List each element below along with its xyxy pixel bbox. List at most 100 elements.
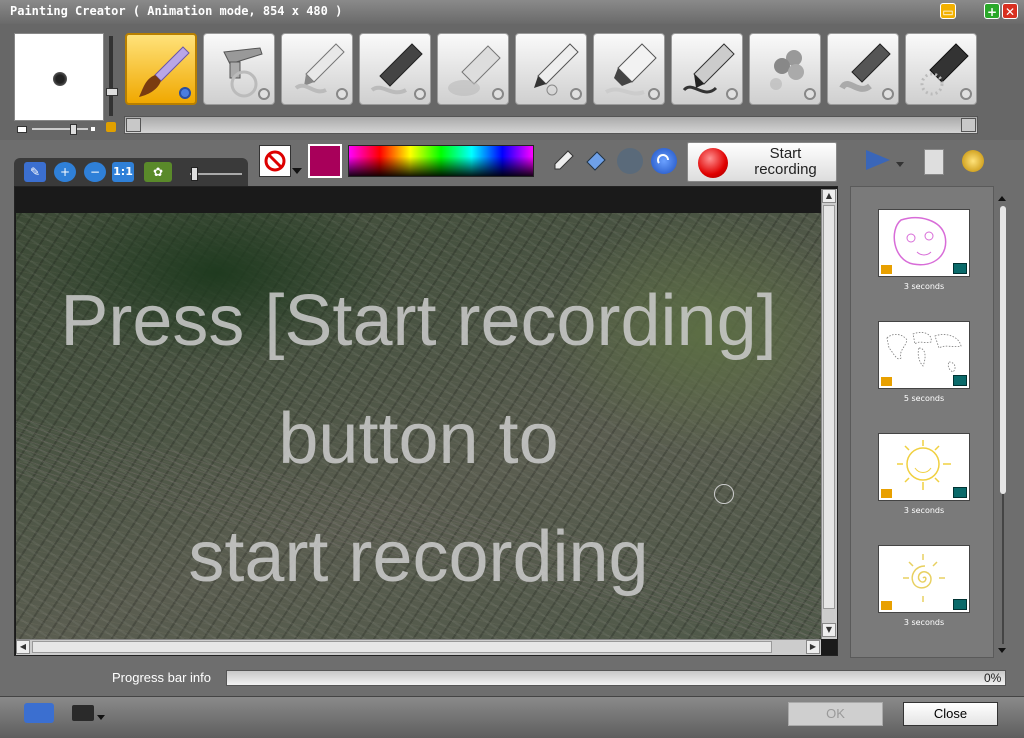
size-slider-handle[interactable]	[70, 124, 77, 135]
chevron-down-icon[interactable]	[97, 715, 105, 720]
gear-icon[interactable]	[492, 88, 504, 100]
tool-pencil[interactable]	[515, 33, 587, 105]
timer-icon[interactable]	[962, 150, 984, 172]
gear-icon[interactable]	[882, 88, 894, 100]
scroll-left-thumb[interactable]	[126, 118, 141, 132]
tool-stamp[interactable]	[749, 33, 821, 105]
brush-dot-icon	[53, 72, 67, 86]
gear-icon[interactable]	[648, 88, 660, 100]
scroll-right-thumb[interactable]	[961, 118, 976, 132]
crown-icon	[881, 265, 892, 274]
send-icon[interactable]	[866, 150, 890, 170]
zoom-in-icon[interactable]: +	[54, 162, 76, 182]
brush-cursor	[714, 484, 734, 504]
close-button[interactable]: Close	[903, 702, 998, 726]
tool-calligraphy-pen[interactable]	[827, 33, 899, 105]
crown-icon	[881, 489, 892, 498]
canvas-instruction-text: Press [Start recording] button to start …	[60, 281, 777, 597]
no-color-button[interactable]	[259, 145, 291, 177]
gear-icon[interactable]	[414, 88, 426, 100]
tool-scrollbar[interactable]	[124, 116, 978, 134]
settings-icon[interactable]	[24, 703, 54, 723]
film-icon[interactable]	[953, 599, 967, 610]
tool-spray-pen[interactable]	[905, 33, 977, 105]
frame-duration: 5 seconds	[903, 394, 945, 403]
gear-icon[interactable]	[570, 88, 582, 100]
progress-bar	[226, 670, 1006, 686]
tool-crayon[interactable]	[281, 33, 353, 105]
frame-thumbnail[interactable]	[878, 433, 970, 501]
undo-icon[interactable]	[617, 148, 643, 174]
tool-airbrush[interactable]	[203, 33, 275, 105]
film-icon[interactable]	[953, 375, 967, 386]
frame-duration: 3 seconds	[903, 506, 945, 515]
actual-size-button[interactable]: 1:1	[112, 162, 134, 182]
delete-frame-icon[interactable]	[924, 149, 944, 175]
horizontal-scroll-thumb[interactable]	[32, 641, 772, 653]
window-title: Painting Creator ( Animation mode, 854 x…	[10, 4, 343, 18]
frame-thumbnail[interactable]	[878, 321, 970, 389]
eraser-icon[interactable]	[583, 148, 609, 174]
film-icon[interactable]	[953, 263, 967, 274]
brush-size-slider[interactable]	[32, 128, 88, 130]
canvas-vertical-scrollbar[interactable]: ▲ ▼	[821, 189, 837, 639]
tool-chalk[interactable]	[437, 33, 509, 105]
start-recording-label: Start recording	[754, 145, 817, 178]
zoom-slider-handle[interactable]	[191, 167, 198, 181]
frame-thumbnail[interactable]	[878, 545, 970, 613]
background-image-icon[interactable]: ✿	[144, 162, 172, 182]
progress-label: Progress bar info	[112, 670, 211, 685]
crown-icon	[881, 377, 892, 386]
chevron-down-icon[interactable]	[292, 168, 302, 174]
frame-duration: 3 seconds	[903, 618, 945, 627]
current-color-swatch[interactable]	[308, 144, 342, 178]
ok-button[interactable]: OK	[788, 702, 883, 726]
minimize-icon: ▭	[942, 5, 954, 19]
vertical-scroll-thumb[interactable]	[823, 205, 835, 609]
frame-thumbnail[interactable]	[878, 209, 970, 277]
zoom-out-icon[interactable]: −	[84, 162, 106, 182]
gear-icon[interactable]	[804, 88, 816, 100]
camera-icon[interactable]	[72, 705, 94, 721]
close-icon: ✕	[1004, 5, 1016, 19]
tool-paint-brush[interactable]	[125, 33, 197, 105]
brush-preview	[14, 33, 104, 121]
scroll-right-arrow[interactable]: ▶	[806, 640, 820, 654]
chevron-down-icon[interactable]	[896, 162, 904, 167]
tool-marker[interactable]	[359, 33, 431, 105]
frames-scroll-down-arrow[interactable]	[998, 648, 1006, 653]
scroll-up-arrow[interactable]: ▲	[822, 189, 836, 203]
canvas-horizontal-scrollbar[interactable]: ◀ ▶	[16, 639, 821, 655]
redo-icon[interactable]	[651, 148, 677, 174]
lock-icon[interactable]	[106, 122, 116, 132]
gear-icon[interactable]	[336, 88, 348, 100]
tool-felt-pen[interactable]	[593, 33, 665, 105]
scroll-left-arrow[interactable]: ◀	[16, 640, 30, 654]
close-window-button[interactable]: ✕	[1002, 3, 1018, 19]
maximize-button[interactable]: +	[984, 3, 1000, 19]
edit-icon[interactable]: ✎	[24, 162, 46, 182]
eyedropper-icon[interactable]	[550, 148, 576, 174]
plus-icon: +	[986, 5, 998, 19]
gear-icon[interactable]	[258, 88, 270, 100]
gear-icon[interactable]	[960, 88, 972, 100]
film-icon[interactable]	[953, 487, 967, 498]
record-icon	[698, 148, 728, 178]
size-max-icon	[91, 127, 95, 131]
start-recording-button[interactable]: Start recording	[687, 142, 837, 182]
minimize-button[interactable]: ▭	[940, 3, 956, 19]
frames-scroll-thumb[interactable]	[1000, 206, 1006, 494]
opacity-slider-handle[interactable]	[106, 88, 118, 96]
brush-opacity-slider[interactable]	[109, 36, 113, 116]
gear-icon[interactable]	[726, 88, 738, 100]
scroll-down-arrow[interactable]: ▼	[822, 623, 836, 637]
size-min-icon	[17, 126, 27, 133]
frames-scroll-up-arrow[interactable]	[998, 196, 1006, 201]
frame-duration: 3 seconds	[903, 282, 945, 291]
frames-scrollbar-track[interactable]	[1002, 494, 1004, 644]
progress-percent: 0%	[984, 671, 1002, 685]
tool-ink-pen[interactable]	[671, 33, 743, 105]
color-spectrum-picker[interactable]	[348, 145, 534, 177]
crown-icon	[881, 601, 892, 610]
gear-icon[interactable]	[179, 87, 191, 99]
